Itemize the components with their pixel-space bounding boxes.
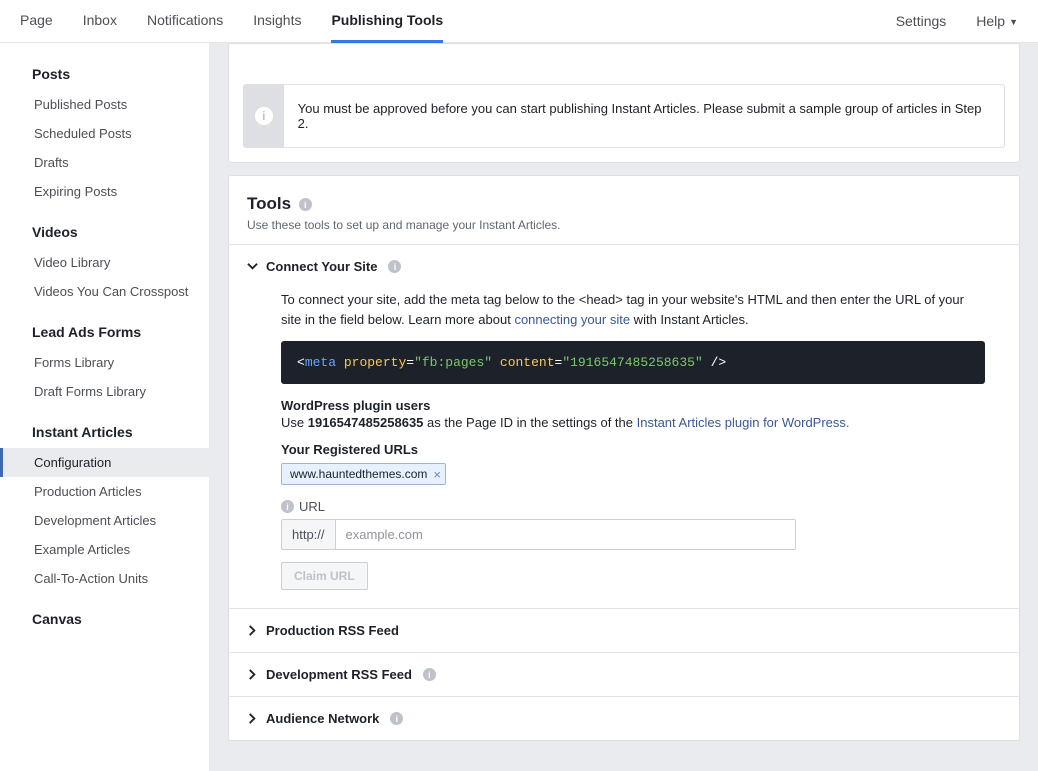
connect-description: To connect your site, add the meta tag b… bbox=[281, 290, 985, 329]
chevron-right-icon bbox=[247, 625, 258, 636]
wordpress-plugin-line: Use 1916547485258635 as the Page ID in t… bbox=[281, 415, 985, 430]
nav-page[interactable]: Page bbox=[20, 0, 53, 43]
tools-header-card: Tools i Use these tools to set up and ma… bbox=[228, 175, 1020, 245]
info-icon[interactable]: i bbox=[388, 260, 401, 273]
accordion-header-development-rss[interactable]: Development RSS Feed i bbox=[229, 653, 1019, 696]
wordpress-plugin-title: WordPress plugin users bbox=[281, 398, 985, 413]
chevron-right-icon bbox=[247, 713, 258, 724]
remove-url-icon[interactable]: × bbox=[433, 468, 441, 481]
sidebar-item-published-posts[interactable]: Published Posts bbox=[0, 90, 209, 119]
meta-tag-codebox: <meta property="fb:pages" content="19165… bbox=[281, 341, 985, 384]
main-content: i You must be approved before you can st… bbox=[210, 43, 1038, 771]
nav-help[interactable]: Help▼ bbox=[976, 1, 1018, 41]
nav-inbox[interactable]: Inbox bbox=[83, 0, 117, 43]
sidebar-item-cta-units[interactable]: Call-To-Action Units bbox=[0, 564, 209, 593]
sidebar-item-scheduled-posts[interactable]: Scheduled Posts bbox=[0, 119, 209, 148]
registered-url-chip: www.hauntedthemes.com × bbox=[281, 463, 446, 485]
sidebar-item-expiring-posts[interactable]: Expiring Posts bbox=[0, 177, 209, 206]
accordion-header-production-rss[interactable]: Production RSS Feed bbox=[229, 609, 1019, 652]
sidebar-item-videos-crosspost[interactable]: Videos You Can Crosspost bbox=[0, 277, 209, 306]
approval-alert: i You must be approved before you can st… bbox=[243, 84, 1005, 148]
sidebar-item-video-library[interactable]: Video Library bbox=[0, 248, 209, 277]
accordion-connect-your-site: Connect Your Site i To connect your site… bbox=[229, 245, 1019, 608]
sidebar: Posts Published Posts Scheduled Posts Dr… bbox=[0, 43, 210, 771]
sidebar-section-videos: Videos bbox=[0, 216, 209, 248]
accordion-header-audience-network[interactable]: Audience Network i bbox=[229, 697, 1019, 740]
tools-subtitle: Use these tools to set up and manage you… bbox=[247, 218, 1001, 232]
url-field-label: i URL bbox=[281, 499, 985, 514]
url-prefix: http:// bbox=[281, 519, 335, 550]
sidebar-item-draft-forms-library[interactable]: Draft Forms Library bbox=[0, 377, 209, 406]
nav-publishing-tools[interactable]: Publishing Tools bbox=[331, 0, 443, 43]
info-icon[interactable]: i bbox=[390, 712, 403, 725]
accordion-development-rss: Development RSS Feed i bbox=[229, 652, 1019, 696]
registered-url-text: www.hauntedthemes.com bbox=[290, 467, 427, 481]
info-icon: i bbox=[244, 85, 284, 147]
tools-title: Tools i bbox=[247, 194, 1001, 214]
sidebar-section-instant-articles: Instant Articles bbox=[0, 416, 209, 448]
approval-alert-card: i You must be approved before you can st… bbox=[228, 43, 1020, 163]
accordions-card: Connect Your Site i To connect your site… bbox=[228, 245, 1020, 741]
nav-settings[interactable]: Settings bbox=[896, 1, 947, 41]
sidebar-section-canvas: Canvas bbox=[0, 603, 209, 635]
wordpress-plugin-link[interactable]: Instant Articles plugin for WordPress. bbox=[637, 415, 850, 430]
info-icon[interactable]: i bbox=[281, 500, 294, 513]
alert-text: You must be approved before you can star… bbox=[284, 85, 1004, 147]
sidebar-item-configuration[interactable]: Configuration bbox=[0, 448, 209, 477]
sidebar-item-forms-library[interactable]: Forms Library bbox=[0, 348, 209, 377]
url-input[interactable] bbox=[335, 519, 796, 550]
accordion-production-rss: Production RSS Feed bbox=[229, 608, 1019, 652]
sidebar-item-production-articles[interactable]: Production Articles bbox=[0, 477, 209, 506]
info-icon[interactable]: i bbox=[423, 668, 436, 681]
url-input-row: http:// bbox=[281, 519, 796, 550]
chevron-down-icon bbox=[247, 261, 258, 272]
accordion-audience-network: Audience Network i bbox=[229, 696, 1019, 740]
info-icon[interactable]: i bbox=[299, 198, 312, 211]
sidebar-item-development-articles[interactable]: Development Articles bbox=[0, 506, 209, 535]
claim-url-button[interactable]: Claim URL bbox=[281, 562, 368, 590]
sidebar-item-drafts[interactable]: Drafts bbox=[0, 148, 209, 177]
sidebar-section-lead-ads: Lead Ads Forms bbox=[0, 316, 209, 348]
nav-notifications[interactable]: Notifications bbox=[147, 0, 223, 43]
chevron-right-icon bbox=[247, 669, 258, 680]
connecting-your-site-link[interactable]: connecting your site bbox=[514, 312, 630, 327]
sidebar-item-example-articles[interactable]: Example Articles bbox=[0, 535, 209, 564]
accordion-header-connect[interactable]: Connect Your Site i bbox=[229, 245, 1019, 288]
top-nav: Page Inbox Notifications Insights Publis… bbox=[0, 0, 1038, 43]
registered-urls-title: Your Registered URLs bbox=[281, 442, 985, 457]
nav-insights[interactable]: Insights bbox=[253, 0, 301, 43]
sidebar-section-posts: Posts bbox=[0, 58, 209, 90]
caret-down-icon: ▼ bbox=[1009, 17, 1018, 27]
